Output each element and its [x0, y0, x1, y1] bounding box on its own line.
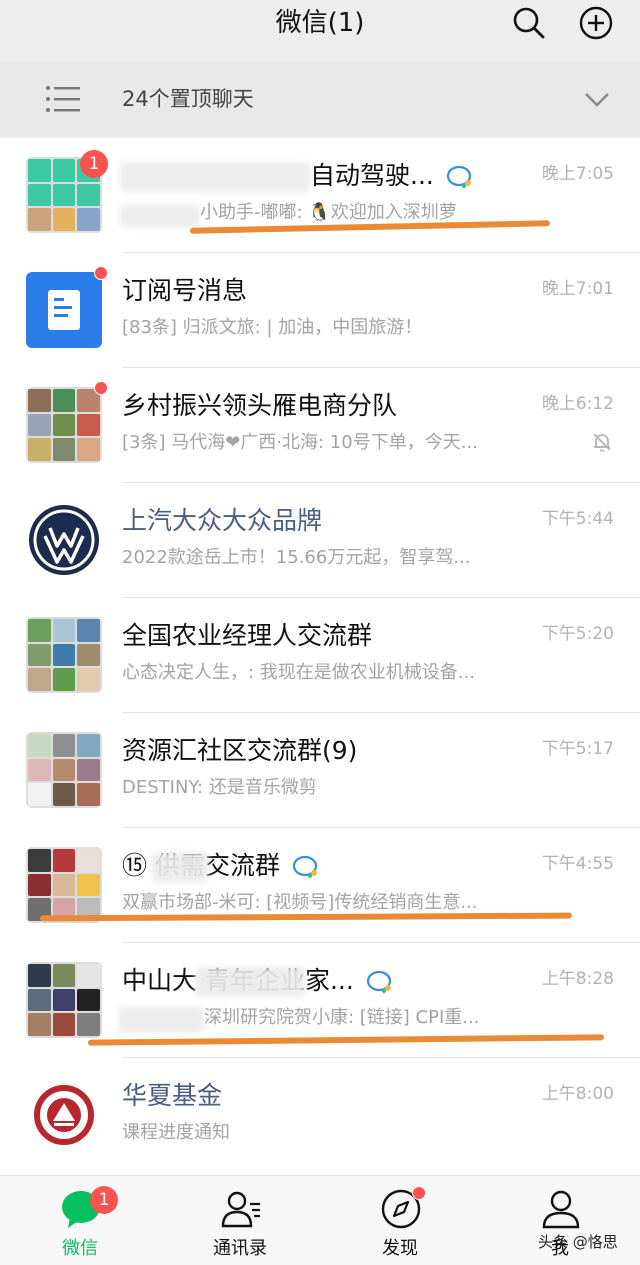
redaction-blur: [152, 852, 208, 882]
chat-item-china-amc[interactable]: 华夏基金 课程进度通知 上午8:00: [0, 1058, 640, 1173]
person-icon: [542, 1190, 580, 1229]
chat-preview: 课程进度通知: [122, 1122, 230, 1143]
chevron-down-icon[interactable]: [582, 86, 612, 112]
chat-time: 晚上7:05: [541, 164, 614, 184]
unread-dot: [94, 266, 108, 280]
chat-preview: 2022款途岳上市！15.66万元起，智享驾...: [122, 547, 471, 568]
unread-badge: 1: [90, 1186, 118, 1214]
contacts-icon: [221, 1191, 260, 1228]
unread-dot: [412, 1186, 426, 1200]
chat-item-resource-community[interactable]: 资源汇社区交流群(9) DESTINY: 还是音乐微剪 下午5:17: [0, 713, 640, 828]
redaction-blur: [195, 967, 305, 997]
tab-discover[interactable]: 发现: [320, 1176, 480, 1265]
search-icon[interactable]: [511, 5, 547, 41]
chat-item-agri-managers[interactable]: 全国农业经理人交流群 心态决定人生，: 我现在是做农业机械设备... 下午5:2…: [0, 598, 640, 713]
chat-item-vw-brand[interactable]: 上汽大众大众品牌 2022款途岳上市！15.66万元起，智享驾... 下午5:4…: [0, 483, 640, 598]
redaction-blur: [118, 1007, 204, 1033]
bottom-tab-bar: 1 微信 通讯录 发现 我 头条 @恪思: [0, 1175, 640, 1265]
chat-name: 资源汇社区交流群(9): [122, 736, 358, 765]
unread-badge: 1: [80, 150, 108, 178]
plus-circle-icon[interactable]: [578, 5, 614, 41]
chat-preview: DESTINY: 还是音乐微剪: [122, 777, 317, 798]
chat-time: 上午8:00: [541, 1084, 614, 1104]
group-avatar: [26, 387, 102, 463]
chat-list: 1 自动驾驶... 小助手-嘟嘟: 🐧欢迎加入深圳萝 晚上7:05 订阅号消息: [0, 138, 640, 1175]
chat-time: 晚上6:12: [541, 394, 614, 414]
chat-item-young-entrepreneurs[interactable]: 中山大 青年企业家... 深圳研究院贺小康: [链接] CPI重... 上午8:…: [0, 943, 640, 1058]
chat-name: 上汽大众大众品牌: [122, 506, 323, 535]
chat-preview: [3条] 马代海❤广西·北海: 10号下单，今天...: [122, 432, 478, 453]
chat-name: 华夏基金: [122, 1081, 223, 1110]
group-avatar: [26, 847, 102, 923]
wecom-tag-icon: [366, 970, 391, 993]
chat-preview: 深圳研究院贺小康: [链接] CPI重...: [204, 1007, 480, 1028]
redaction-blur: [120, 162, 310, 192]
chat-time: 上午8:28: [541, 969, 614, 989]
tab-label: 微信: [62, 1238, 98, 1259]
title-bar: 微信(1): [0, 0, 640, 48]
chat-name: 全国农业经理人交流群: [122, 621, 373, 650]
chat-item-autonomous-driving[interactable]: 1 自动驾驶... 小助手-嘟嘟: 🐧欢迎加入深圳萝 晚上7:05: [0, 138, 640, 253]
unread-dot: [94, 381, 108, 395]
pinned-count-label: 24个置顶聊天: [122, 87, 254, 111]
list-icon: [46, 86, 80, 112]
group-avatar: [26, 732, 102, 808]
wecom-tag-icon: [292, 855, 318, 878]
vw-logo-avatar: [26, 502, 102, 578]
mute-bell-icon: [593, 433, 611, 452]
chat-time: 晚上7:01: [541, 279, 614, 299]
chat-name: 订阅号消息: [122, 276, 248, 305]
chat-name: 自动驾驶...: [310, 160, 474, 192]
tab-label: 通讯录: [213, 1238, 267, 1259]
chat-item-subscriptions[interactable]: 订阅号消息 [83条] 归派文旅: | 加油，中国旅游！ 晚上7:01: [0, 253, 640, 368]
tab-chats[interactable]: 1 微信: [0, 1176, 160, 1265]
chat-preview: 双赢市场部-米可: [视频号]传统经销商生意...: [122, 892, 478, 913]
group-avatar: [26, 962, 102, 1038]
group-avatar: [26, 617, 102, 693]
chat-time: 下午5:20: [541, 624, 614, 644]
chat-preview: [83条] 归派文旅: | 加油，中国旅游！: [122, 317, 423, 338]
chat-preview: 心态决定人生，: 我现在是做农业机械设备...: [122, 662, 475, 683]
wecom-tag-icon: [446, 165, 471, 188]
annotation-underline: [39, 912, 573, 922]
redaction-blur: [120, 204, 200, 228]
chat-time: 下午5:17: [541, 739, 614, 759]
chat-time: 下午4:55: [541, 854, 614, 874]
tab-contacts[interactable]: 通讯录: [160, 1176, 320, 1265]
pinned-chats-bar[interactable]: 24个置顶聊天: [0, 62, 640, 136]
vw-logo-icon: [29, 505, 99, 575]
chat-name: 乡村振兴领头雁电商分队: [122, 391, 398, 420]
fund-logo-avatar: [26, 1077, 102, 1153]
subscription-avatar: [26, 272, 102, 348]
fund-logo-icon: [34, 1085, 94, 1145]
chat-item-rural-ecommerce[interactable]: 乡村振兴领头雁电商分队 [3条] 马代海❤广西·北海: 10号下单，今天... …: [0, 368, 640, 483]
watermark: 头条 @恪思: [538, 1233, 618, 1251]
annotation-underline: [87, 1034, 605, 1046]
tab-label: 发现: [382, 1238, 418, 1259]
chat-time: 下午5:44: [541, 509, 614, 529]
document-icon: [48, 290, 80, 330]
chat-item-supply-demand[interactable]: ⑮ 供需交流群 双赢市场部-米可: [视频号]传统经销商生意... 下午4:55: [0, 828, 640, 943]
